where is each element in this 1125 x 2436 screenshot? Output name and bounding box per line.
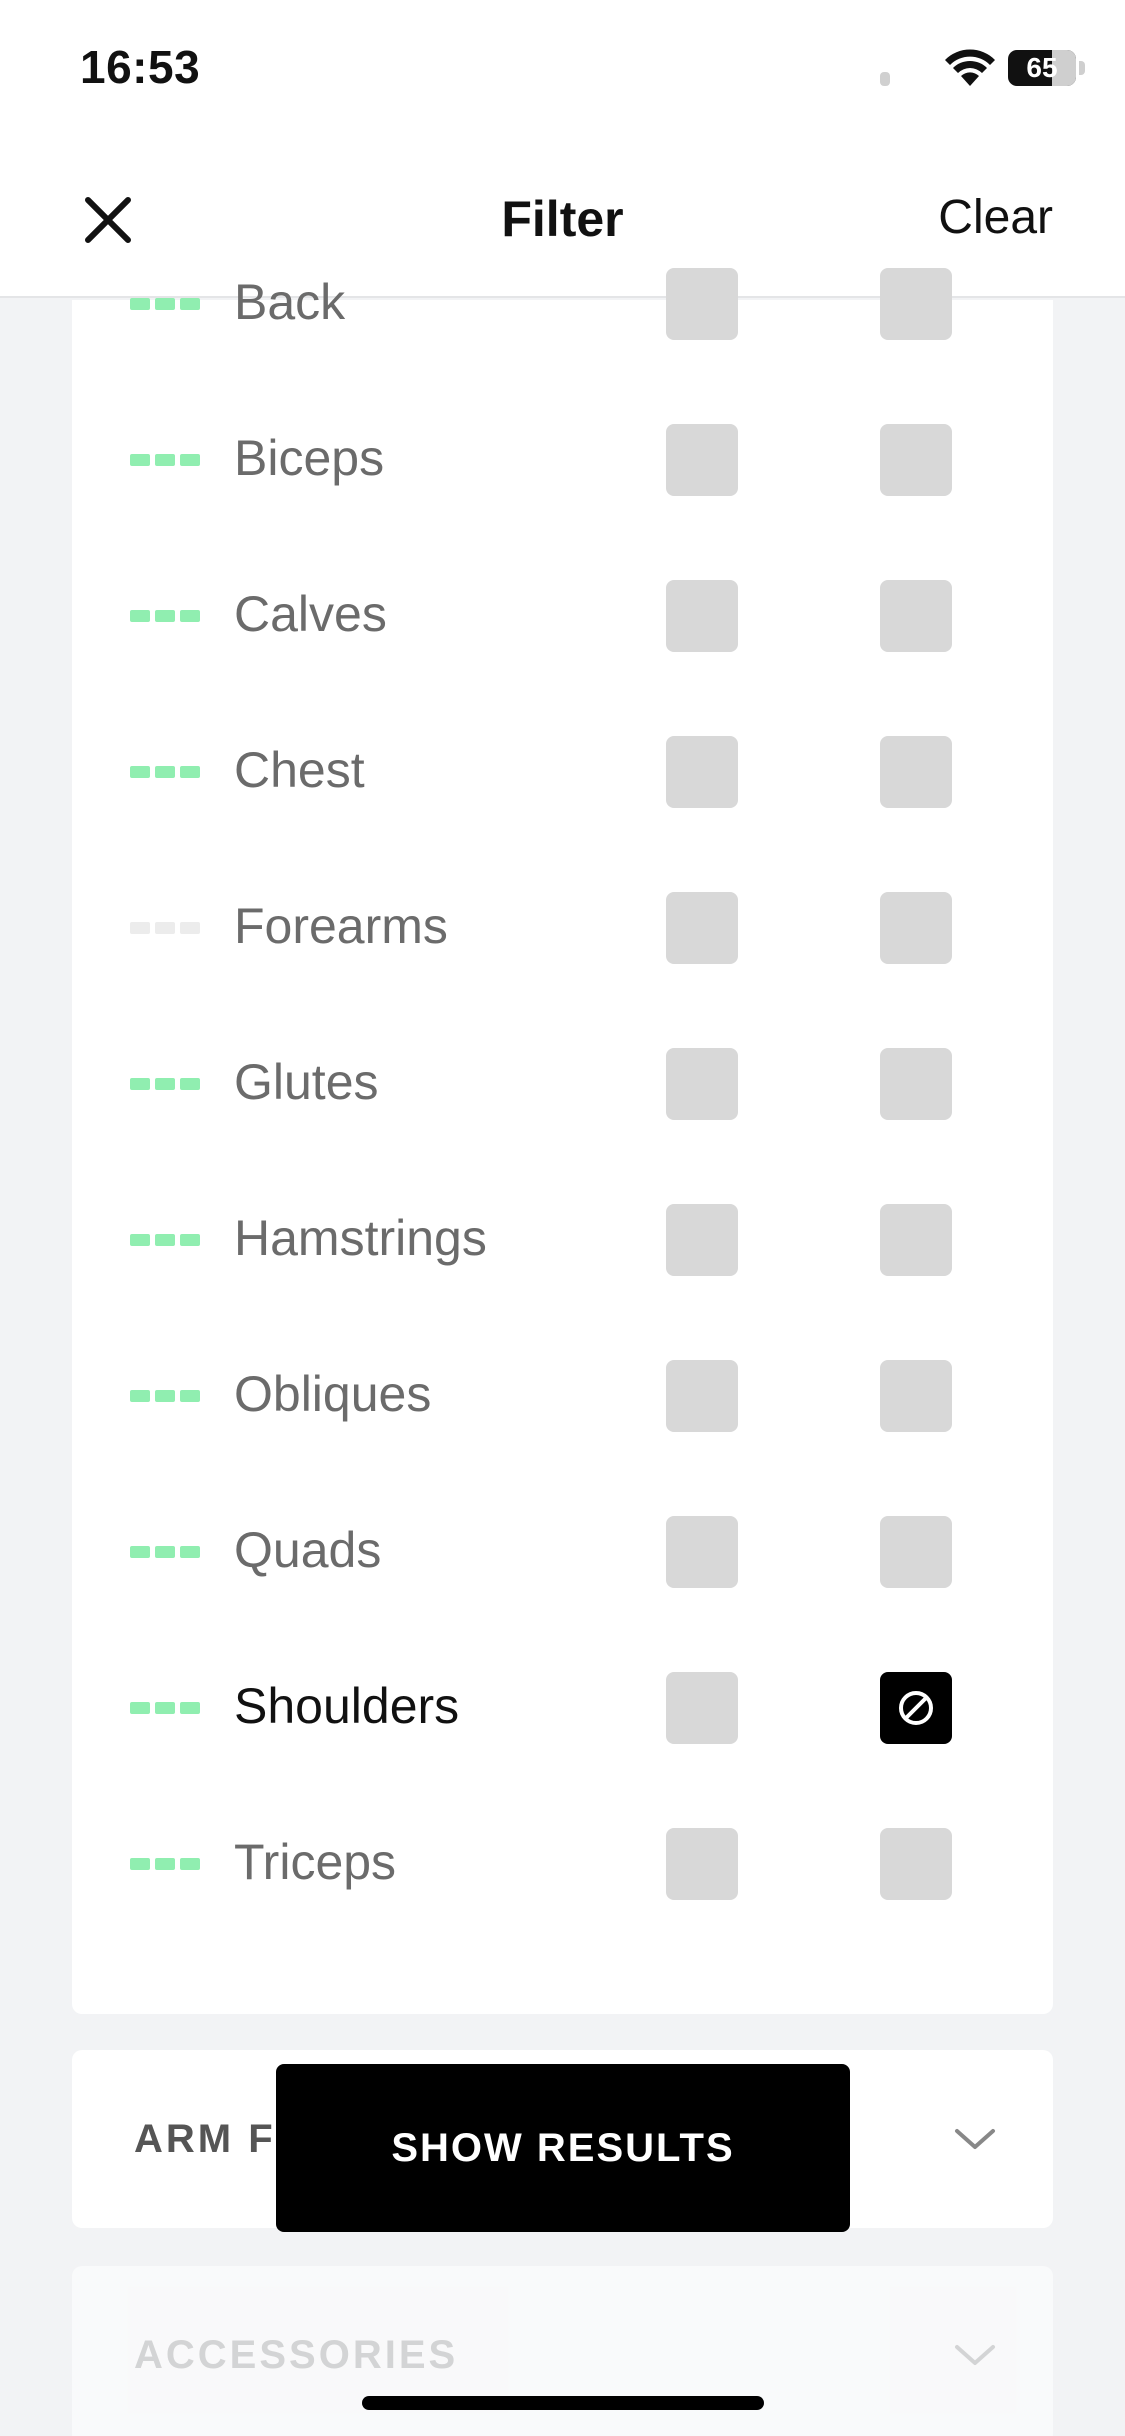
muscle-row: Shoulders: [72, 1631, 1053, 1787]
include-checkbox[interactable]: [666, 268, 738, 340]
exclude-checkbox[interactable]: [880, 580, 952, 652]
level-indicator-icon: [130, 766, 200, 778]
exclude-checkbox[interactable]: [880, 1516, 952, 1588]
include-checkbox[interactable]: [666, 580, 738, 652]
exclude-checkbox[interactable]: [880, 268, 952, 340]
exclude-checkbox[interactable]: [880, 1048, 952, 1120]
exclude-checkbox[interactable]: [880, 892, 952, 964]
muscle-label: Triceps: [234, 1834, 397, 1890]
exclude-checkbox[interactable]: [880, 424, 952, 496]
battery-nub: [1079, 61, 1085, 75]
section-title: ACCESSORIES: [134, 2332, 459, 2377]
include-checkbox[interactable]: [666, 1048, 738, 1120]
section-accessories[interactable]: ACCESSORIES: [72, 2266, 1053, 2436]
level-indicator-icon: [130, 922, 200, 934]
muscle-row: Hamstrings: [72, 1163, 1053, 1319]
include-checkbox[interactable]: [666, 892, 738, 964]
level-indicator-icon: [130, 1702, 200, 1714]
exclude-checkbox[interactable]: [880, 1204, 952, 1276]
muscle-row: Quads: [72, 1475, 1053, 1631]
include-checkbox[interactable]: [666, 1828, 738, 1900]
level-indicator-icon: [130, 1234, 200, 1246]
exclude-checkbox[interactable]: [880, 736, 952, 808]
muscle-label: Shoulders: [234, 1678, 460, 1734]
include-checkbox[interactable]: [666, 1360, 738, 1432]
status-time: 16:53: [80, 41, 201, 93]
muscle-row: Glutes: [72, 1007, 1053, 1163]
muscle-label: Quads: [234, 1522, 382, 1578]
muscle-row: Biceps: [72, 383, 1053, 539]
muscle-label: Back: [234, 274, 346, 330]
level-indicator-icon: [130, 1078, 200, 1090]
muscle-label: Forearms: [234, 898, 448, 954]
muscle-row: Back: [72, 227, 1053, 383]
chevron-down-icon: [955, 2345, 995, 2365]
muscle-label: Glutes: [234, 1054, 379, 1110]
include-checkbox[interactable]: [666, 1204, 738, 1276]
muscle-row: Triceps: [72, 1787, 1053, 1943]
wifi-icon: [945, 49, 995, 86]
include-checkbox[interactable]: [666, 424, 738, 496]
section-title: ARM F: [134, 2116, 276, 2161]
chevron-down-icon: [955, 2129, 995, 2149]
level-indicator-icon: [130, 610, 200, 622]
muscle-label: Hamstrings: [234, 1210, 487, 1266]
exclude-checkbox[interactable]: [880, 1360, 952, 1432]
muscle-label: Chest: [234, 742, 365, 798]
muscle-row: Obliques: [72, 1319, 1053, 1475]
exclude-checkbox[interactable]: [880, 1672, 952, 1744]
include-checkbox[interactable]: [666, 1516, 738, 1588]
show-results-button[interactable]: SHOW RESULTS: [276, 2064, 850, 2232]
include-checkbox[interactable]: [666, 736, 738, 808]
muscle-label: Calves: [234, 586, 387, 642]
muscle-label: Obliques: [234, 1366, 432, 1422]
muscle-row: Calves: [72, 539, 1053, 695]
include-checkbox[interactable]: [666, 1672, 738, 1744]
level-indicator-icon: [130, 1858, 200, 1870]
home-indicator: [362, 2396, 764, 2410]
battery-icon: 65: [1008, 50, 1076, 86]
muscle-row: Forearms: [72, 851, 1053, 1007]
muscle-filter-card: Back Biceps Calves Chest Forearms Glutes Hamst…: [72, 268, 1053, 2014]
muscle-row: Chest: [72, 695, 1053, 851]
prohibited-icon: [899, 1691, 933, 1725]
level-indicator-icon: [130, 1390, 200, 1402]
muscle-label: Biceps: [234, 430, 385, 486]
level-indicator-icon: [130, 454, 200, 466]
status-bar: 16:53 65: [0, 0, 1125, 140]
level-indicator-icon: [130, 1546, 200, 1558]
status-dot: [880, 72, 890, 86]
exclude-checkbox[interactable]: [880, 1828, 952, 1900]
battery-level: 65: [1026, 52, 1058, 83]
level-indicator-icon: [130, 298, 200, 310]
